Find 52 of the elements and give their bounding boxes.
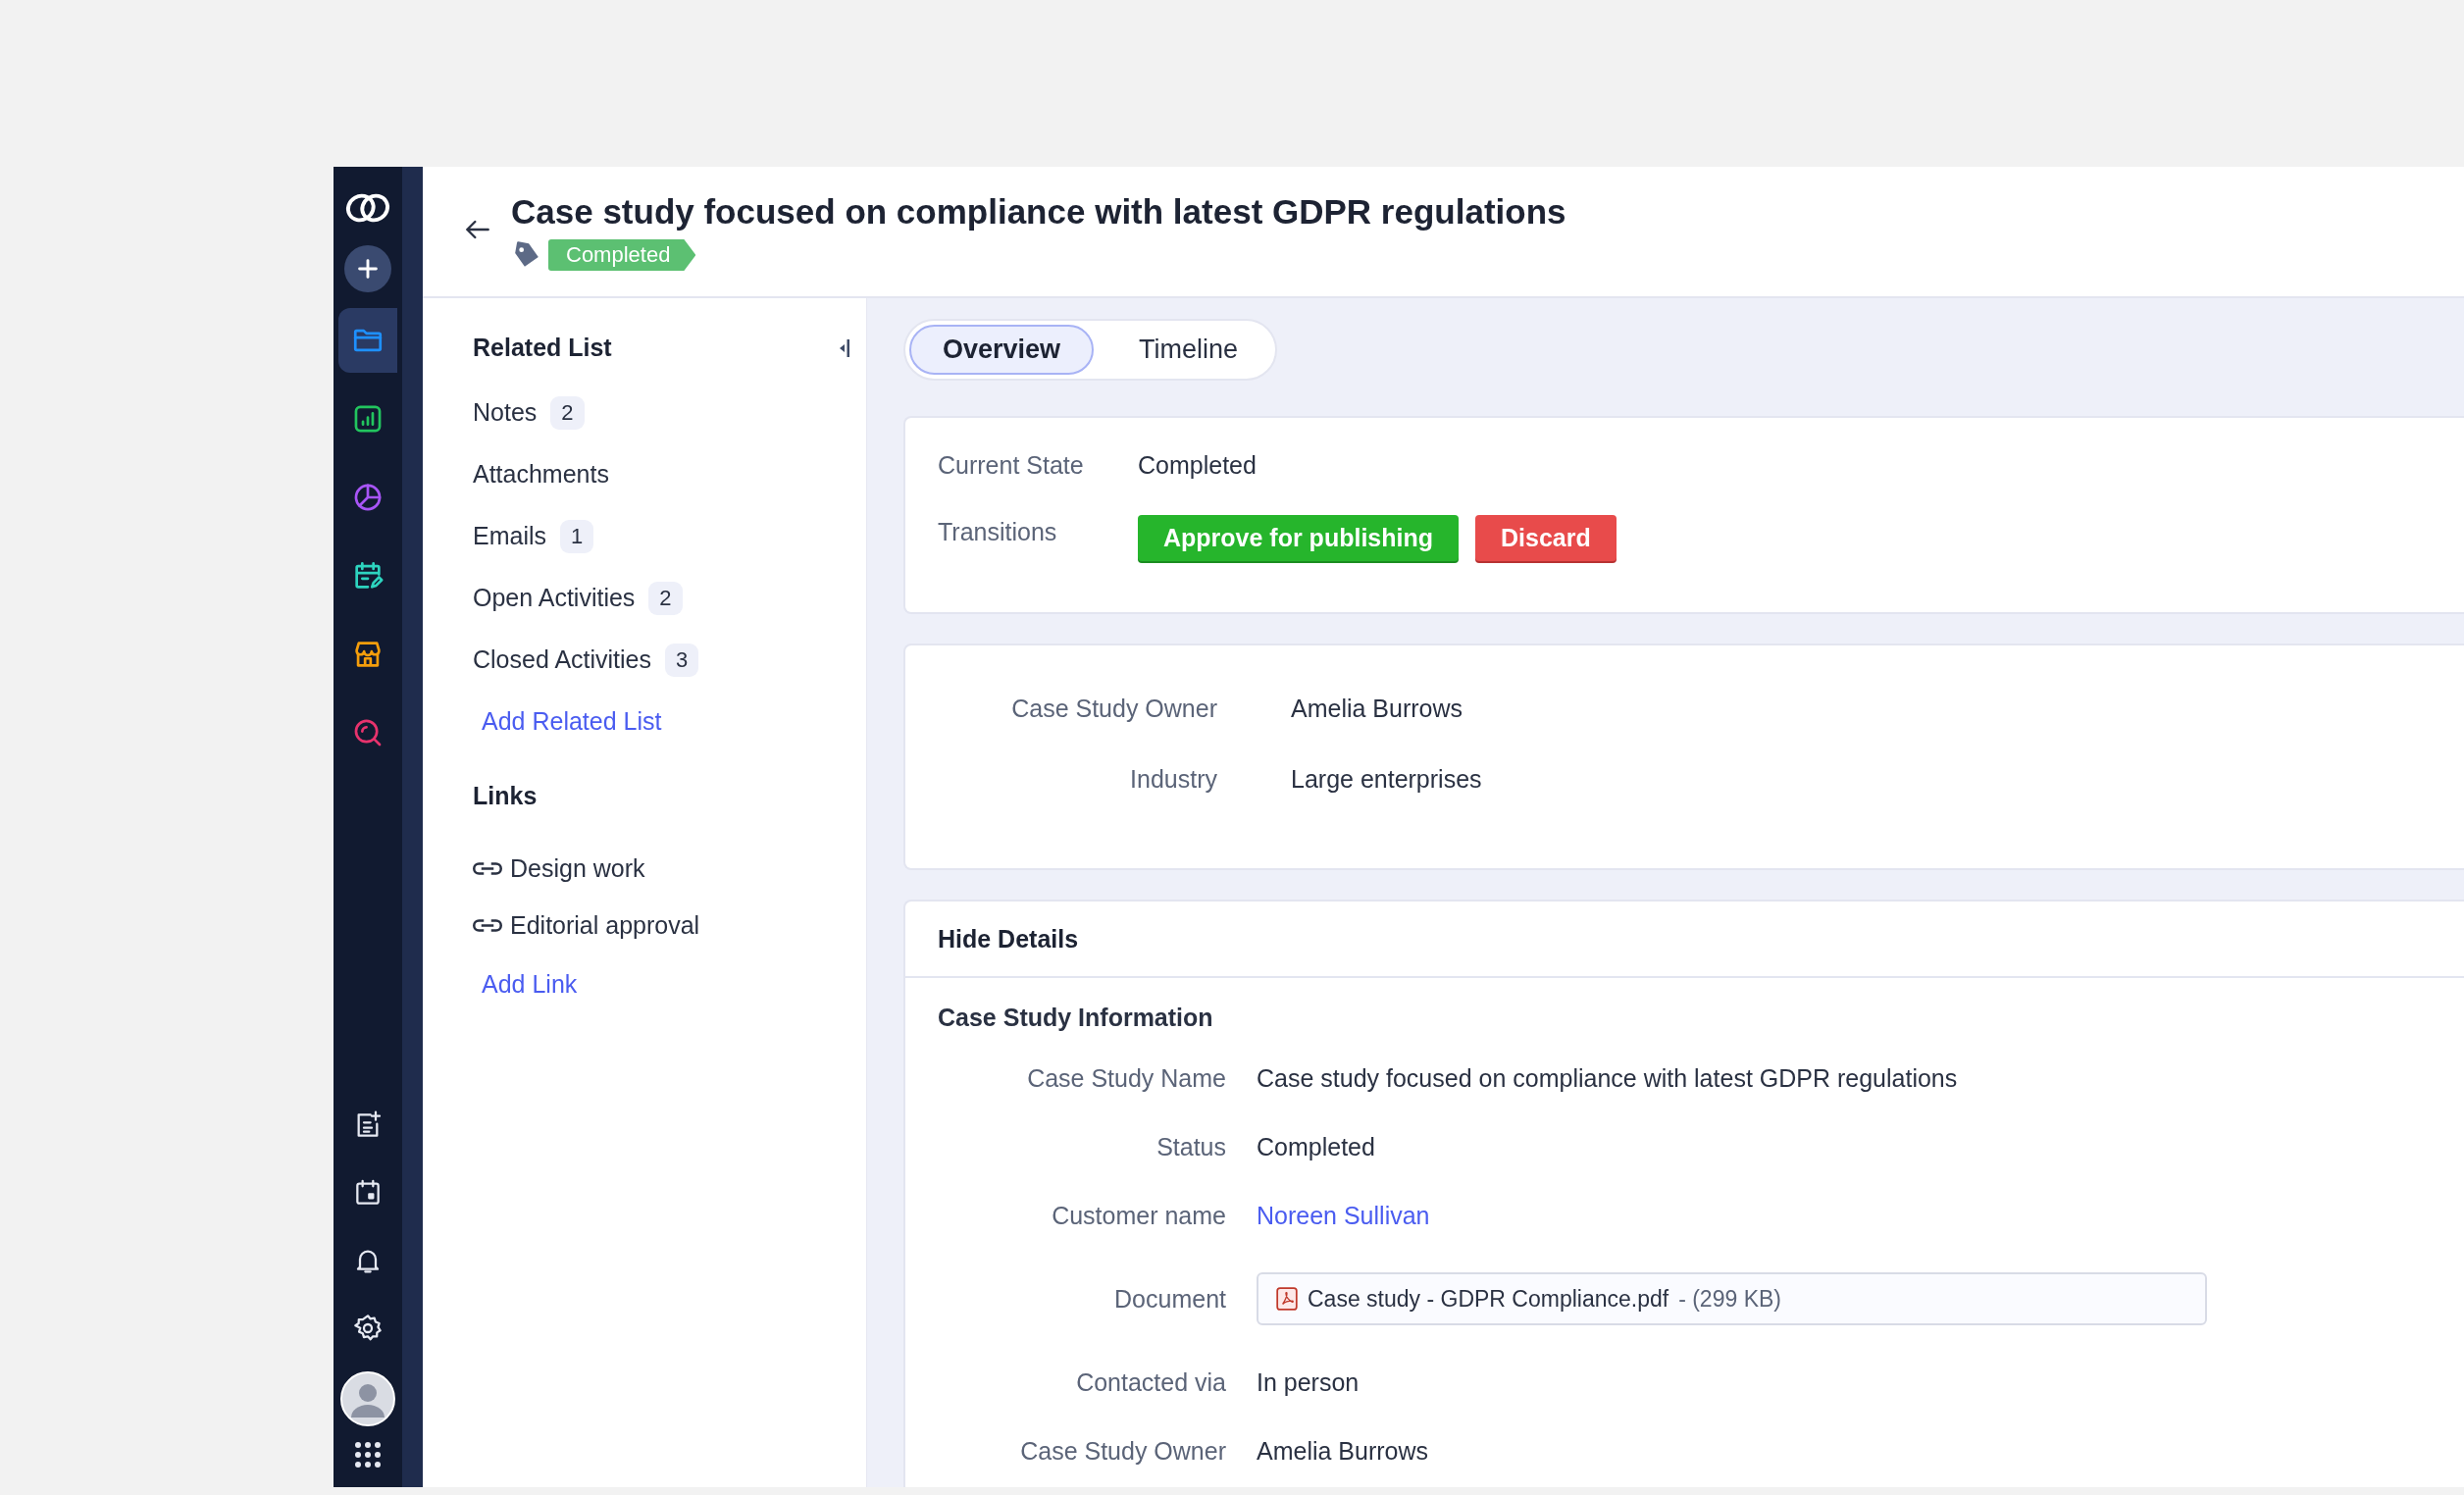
field-value: Case study focused on compliance with latest GDPR regulations [1257, 1063, 1958, 1093]
tab[interactable]: Timeline [1105, 325, 1272, 375]
app-grid-icon[interactable] [353, 1440, 383, 1469]
field-label: Customer name [1051, 1201, 1226, 1230]
related-list-item[interactable]: Attachments [473, 460, 609, 489]
folder-nav-item[interactable] [338, 308, 397, 373]
document-attachment[interactable]: Case study - GDPR Compliance.pdf - (299 KB) [1257, 1272, 2207, 1325]
section-heading: Case Study Information [938, 1004, 1214, 1032]
file-size: - (299 KB) [1678, 1285, 1781, 1313]
related-list-item[interactable]: Emails [473, 522, 546, 550]
collapse-icon[interactable] [839, 337, 850, 358]
field-value: Completed [1257, 1132, 1375, 1161]
link-icon [473, 917, 502, 933]
count-badge: 3 [665, 643, 699, 677]
field-label: Case Study Owner [1019, 1436, 1226, 1466]
customer-link[interactable]: Noreen Sullivan [1257, 1201, 1430, 1230]
field-label: Industry [1129, 764, 1217, 794]
add-button[interactable] [344, 245, 391, 292]
record-title: Case study focused on compliance with latest GDPR regulations [511, 192, 1566, 232]
field-value: Amelia Burrows [1257, 1436, 1429, 1466]
file-name: Case study - GDPR Compliance.pdf [1308, 1285, 1669, 1313]
field-value: Amelia Burrows [1291, 694, 1463, 723]
field-label: Transitions [938, 517, 1058, 546]
count-badge: 2 [550, 395, 585, 430]
link-item[interactable]: Design work [473, 840, 645, 897]
related-list-item[interactable]: Notes [473, 398, 538, 427]
related-list-item[interactable]: Closed Activities [473, 645, 652, 674]
avatar[interactable] [340, 1371, 395, 1426]
plus-icon [356, 257, 380, 281]
discard-button[interactable]: Discard [1475, 514, 1617, 561]
related-list-item[interactable]: Open Activities [473, 584, 636, 612]
links-heading: Links [473, 782, 538, 810]
add-related-list-link[interactable]: Add Related List [482, 691, 662, 752]
status-tag: Completed [548, 239, 696, 271]
hide-details-toggle[interactable]: Hide Details [938, 924, 1079, 954]
link-icon [473, 860, 502, 876]
link-item[interactable]: Editorial approval [473, 897, 700, 954]
count-badge: 2 [648, 581, 683, 615]
field-label: Current State [938, 450, 1085, 480]
field-label: Contacted via [1075, 1367, 1226, 1397]
field-value: In person [1257, 1367, 1360, 1397]
related-list-heading: Related List [473, 334, 612, 362]
field-label: Document [1113, 1284, 1226, 1314]
field-label: Case Study Name [1026, 1063, 1226, 1093]
count-badge: 1 [560, 519, 594, 553]
tab[interactable]: Overview [909, 325, 1095, 375]
field-value: Completed [1138, 450, 1257, 480]
field-value: Large enterprises [1291, 764, 1482, 794]
add-link[interactable]: Add Link [482, 954, 578, 1015]
field-label: Status [1155, 1132, 1226, 1161]
pdf-icon [1276, 1287, 1298, 1311]
field-label: Case Study Owner [1010, 694, 1217, 723]
